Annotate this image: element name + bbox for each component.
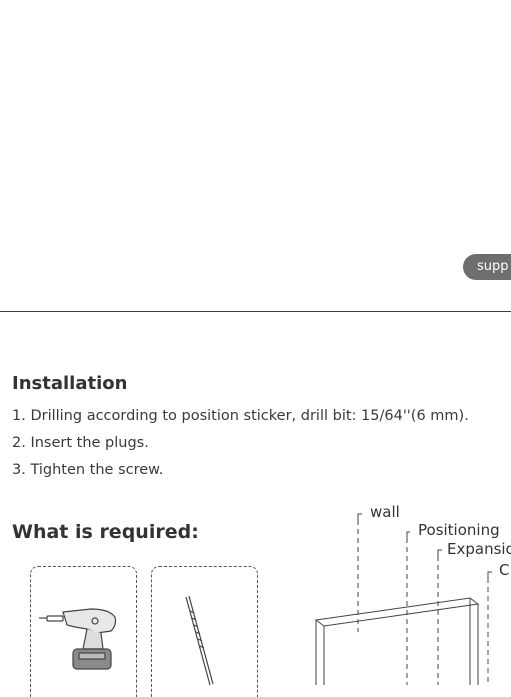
label-positioning: Positioning: [418, 521, 500, 539]
label-wall: wall: [370, 503, 400, 521]
drill-icon: [39, 608, 117, 670]
step-item: 1. Drilling according to position sticke…: [12, 408, 469, 424]
drill-bit-tool-card: [151, 566, 258, 697]
what-is-required-heading: What is required:: [12, 521, 199, 543]
step-item: 3. Tighten the screw.: [12, 462, 164, 478]
drill-tool-card: [30, 566, 137, 697]
label-expansion: Expansio: [447, 540, 511, 558]
installation-heading: Installation: [12, 373, 128, 394]
section-divider: [0, 311, 511, 312]
label-c: C: [499, 561, 510, 579]
installation-steps: 1. Drilling according to position sticke…: [12, 406, 469, 487]
installation-diagram: wall Positioning Expansio C: [300, 500, 511, 689]
step-item: 2. Insert the plugs.: [12, 435, 149, 451]
support-button[interactable]: supp: [463, 254, 511, 280]
drill-bit-icon: [185, 595, 214, 686]
